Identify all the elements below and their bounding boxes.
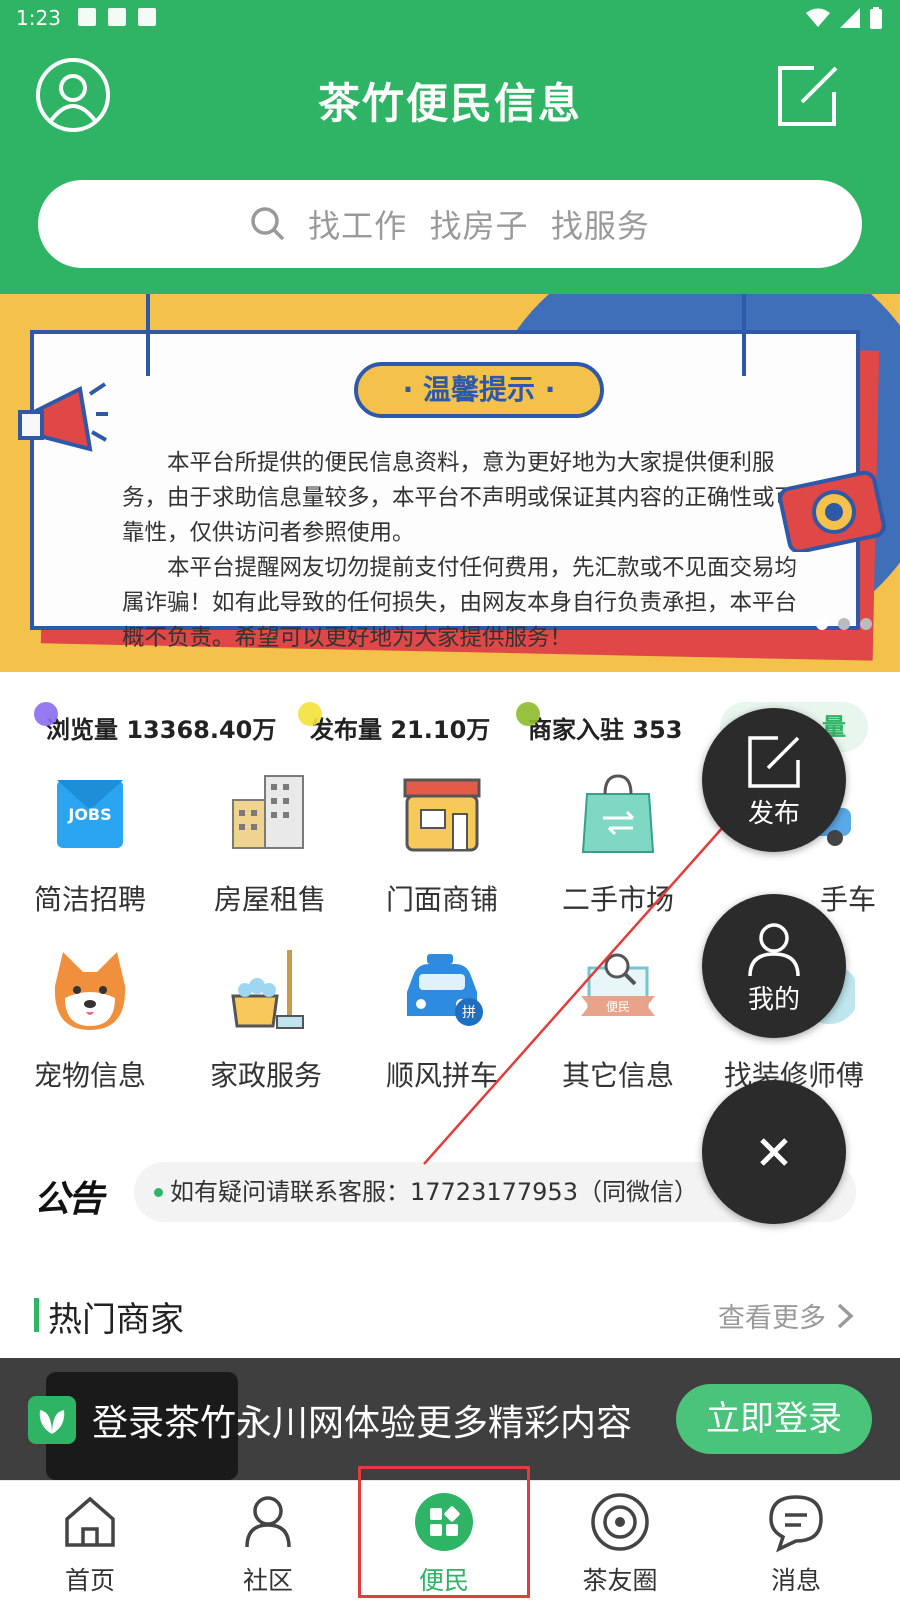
tab-messages[interactable]: 消息	[706, 1491, 886, 1597]
category-label: 其它信息	[561, 1059, 674, 1092]
stat-merchants-text: 商家入驻 353	[528, 716, 683, 744]
status-time: 1:23	[16, 6, 61, 30]
tab-tea-circle[interactable]: 茶友圈	[530, 1491, 710, 1597]
category-item[interactable]: 二手市场	[528, 770, 708, 918]
chevron-right-icon	[837, 1303, 854, 1328]
search-badge-icon: 便民	[573, 946, 663, 1036]
login-prompt-text: 登录茶竹永川网体验更多精彩内容	[92, 1403, 633, 1444]
carousel-dot	[860, 618, 872, 630]
svg-text:便民: 便民	[606, 1000, 630, 1014]
notice-paragraph-2: 本平台提醒网友切勿提前支付任何费用，先汇款或不见面交易均属诈骗！如有此导致的任何…	[122, 555, 798, 651]
svg-text:JOBS: JOBS	[67, 805, 111, 824]
compose-button[interactable]	[774, 62, 842, 130]
app-header: 茶竹便民信息 找工作 找房子 找服务	[0, 38, 900, 294]
view-more-label: 查看更多	[718, 1303, 826, 1334]
system-icons	[806, 7, 882, 29]
search-bar[interactable]: 找工作 找房子 找服务	[38, 180, 862, 268]
carousel-dot	[838, 618, 850, 630]
message-icon	[769, 1495, 823, 1553]
section-accent-bar	[34, 1298, 39, 1332]
notification-icons	[78, 8, 156, 26]
font-notification-icon	[138, 8, 156, 26]
banner-carousel[interactable]: · 温馨提示 · 本平台所提供的便民信息资料，意为更好地为大家提供便利服务，由于…	[0, 294, 900, 672]
carousel-indicator	[816, 618, 872, 630]
building-icon	[225, 770, 315, 860]
stat-posts-text: 发布量 21.10万	[310, 716, 491, 744]
mine-fab[interactable]: 我的	[702, 894, 846, 1038]
page-title: 茶竹便民信息	[317, 79, 582, 128]
stat-views-text: 浏览量 13368.40万	[46, 716, 277, 744]
megaphone-icon	[18, 382, 108, 452]
publish-label: 发布	[747, 799, 800, 829]
bag-icon	[573, 770, 663, 860]
search-placeholder: 找工作 找房子 找服务	[308, 207, 650, 245]
close-fab[interactable]	[702, 1080, 846, 1224]
community-icon	[245, 1496, 291, 1548]
image-notification-icon	[78, 8, 96, 26]
cleaning-icon	[221, 946, 311, 1036]
stat-dot	[298, 702, 322, 726]
annotation-highlight-box	[358, 1466, 530, 1598]
banner-tag: · 温馨提示 ·	[354, 362, 604, 418]
category-item[interactable]: 门面商铺	[352, 770, 532, 918]
category-item[interactable]: 便民 其它信息	[528, 946, 708, 1094]
category-label: 二手市场	[561, 883, 674, 916]
category-label: 顺风拼车	[385, 1059, 498, 1092]
mine-label: 我的	[747, 985, 800, 1015]
tab-home[interactable]: 首页	[0, 1491, 180, 1597]
login-button[interactable]: 立即登录	[676, 1384, 872, 1454]
banner-pin-right	[742, 294, 746, 376]
svg-text:拼: 拼	[462, 1005, 476, 1021]
tab-label: 首页	[64, 1566, 115, 1595]
category-item[interactable]: 家政服务	[176, 946, 356, 1094]
stat-dot	[34, 702, 58, 726]
signal-icon	[840, 8, 860, 28]
tab-label: 社区	[242, 1566, 293, 1595]
category-label: 房屋租售	[213, 883, 326, 916]
stat-merchants: 商家入驻 353	[516, 702, 683, 745]
notice-paragraph-1: 本平台所提供的便民信息资料，意为更好地为大家提供便利服务，由于求助信息量较多，本…	[122, 450, 798, 546]
banner-notice: 本平台所提供的便民信息资料，意为更好地为大家提供便利服务，由于求助信息量较多，本…	[122, 446, 812, 656]
user-icon	[748, 923, 800, 977]
compose-icon	[748, 736, 800, 788]
category-label: 门面商铺	[385, 883, 498, 916]
hot-merchants-header: 热门商家 查看更多	[0, 1290, 900, 1340]
category-label: 宠物信息	[33, 1059, 146, 1092]
login-prompt-bar: 登录茶竹永川网体验更多精彩内容 立即登录	[0, 1358, 900, 1480]
home-icon	[65, 1496, 115, 1547]
status-bar: 1:23	[0, 0, 900, 38]
search-icon	[251, 207, 285, 241]
tab-label: 茶友圈	[582, 1566, 658, 1595]
category-item[interactable]: JOBS 简洁招聘	[0, 770, 180, 918]
close-icon	[760, 1138, 788, 1166]
tab-community[interactable]: 社区	[178, 1491, 358, 1597]
category-label: 简洁招聘	[33, 883, 146, 916]
stat-dot	[516, 702, 540, 726]
stat-views: 浏览量 13368.40万	[34, 702, 277, 745]
stat-posts: 发布量 21.10万	[298, 702, 491, 745]
carousel-dot	[816, 618, 828, 630]
section-title: 热门商家	[48, 1300, 184, 1340]
banner-pin-left	[146, 294, 150, 376]
compose-icon	[778, 66, 838, 126]
circle-icon	[591, 1493, 649, 1551]
banner-card: · 温馨提示 · 本平台所提供的便民信息资料，意为更好地为大家提供便利服务，由于…	[30, 330, 860, 651]
taxi-icon: 拼	[397, 946, 487, 1036]
battery-icon	[870, 7, 882, 29]
jobs-icon: JOBS	[45, 770, 135, 860]
category-item[interactable]: 宠物信息	[0, 946, 180, 1094]
category-item[interactable]: 拼 顺风拼车	[352, 946, 532, 1094]
camera-icon	[778, 470, 886, 552]
wifi-icon	[806, 8, 830, 27]
tab-label: 消息	[770, 1566, 821, 1595]
category-label: 家政服务	[209, 1059, 322, 1092]
category-item[interactable]: 房屋租售	[180, 770, 360, 918]
square-notification-icon	[108, 8, 126, 26]
shop-icon	[397, 770, 487, 860]
app-logo-icon	[28, 1396, 76, 1444]
announcement-logo: 公告	[34, 1179, 104, 1220]
view-more-link[interactable]: 查看更多	[718, 1296, 854, 1335]
publish-fab[interactable]: 发布	[702, 708, 846, 852]
dog-icon	[45, 946, 135, 1036]
